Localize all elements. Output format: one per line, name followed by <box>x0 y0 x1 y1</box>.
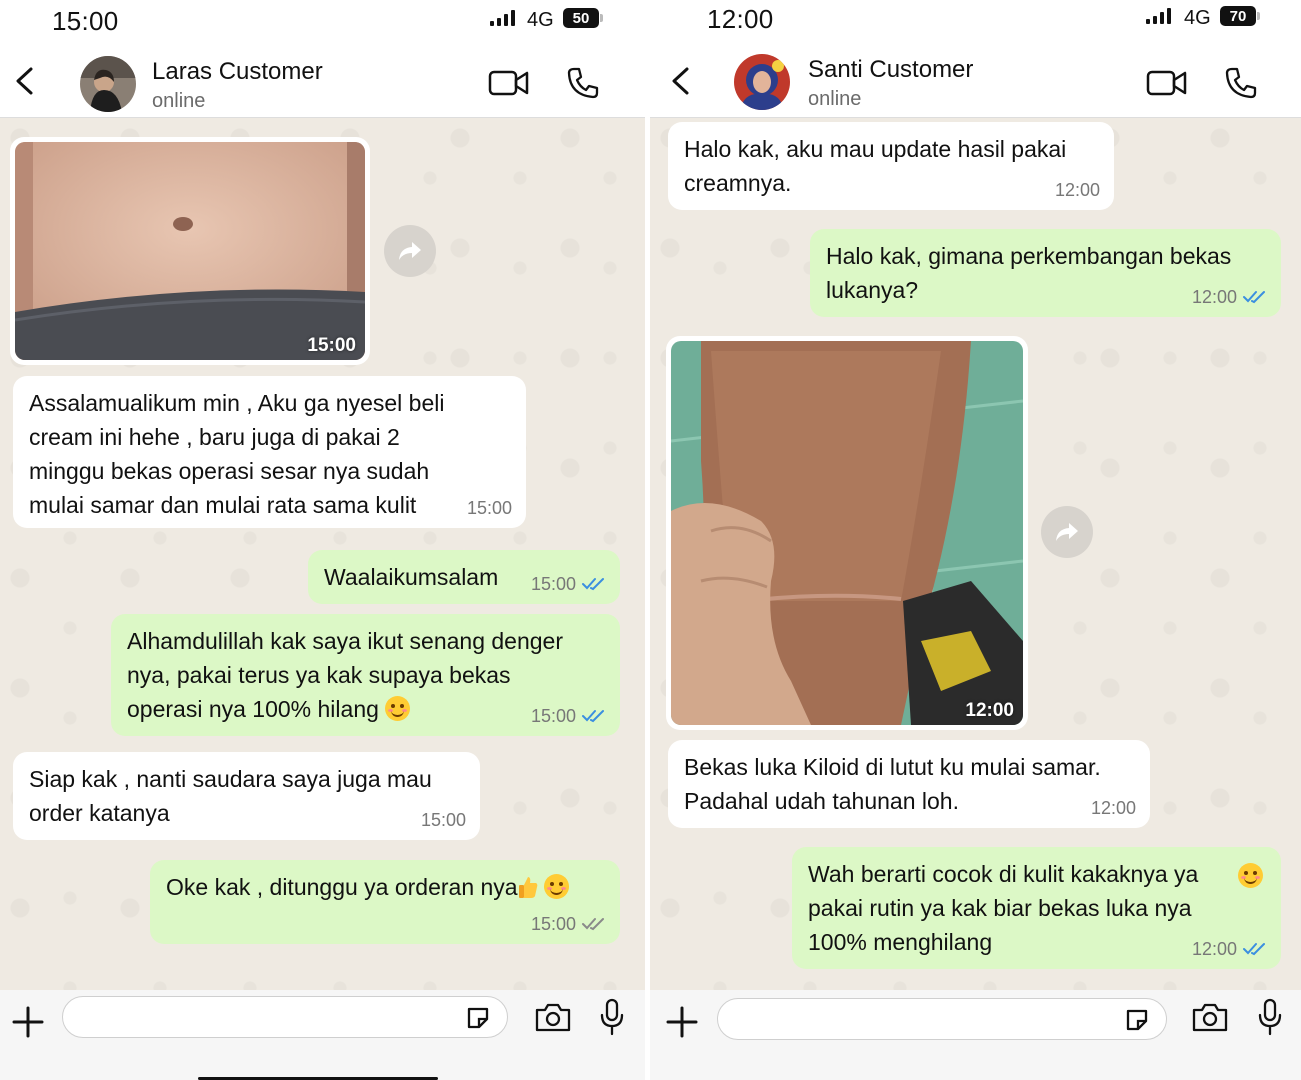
message-outgoing[interactable]: Wah berarti cocok di kulit kakaknya ya p… <box>792 847 1281 969</box>
signal-icon <box>490 10 515 26</box>
status-time: 12:00 <box>707 4 774 34</box>
contact-status: online <box>152 90 206 112</box>
smile-emoji-icon <box>1238 863 1263 888</box>
double-tick-icon <box>582 918 604 931</box>
message-time: 12:00 <box>1054 180 1100 200</box>
message-time: 15:00 <box>530 914 576 934</box>
plus-icon[interactable] <box>10 1004 46 1040</box>
message-time: 15:00 <box>307 335 356 356</box>
message-time: 15:00 <box>530 574 576 594</box>
mic-icon[interactable] <box>1257 998 1283 1036</box>
message-meta: 12:00 <box>1192 939 1267 959</box>
mic-icon[interactable] <box>599 998 625 1036</box>
back-icon[interactable] <box>668 66 694 96</box>
message-text: Siap kak , nanti saudara saya juga mau o… <box>29 766 432 826</box>
status-bar: 15:00 4G 50 <box>0 0 645 44</box>
video-call-icon[interactable] <box>488 68 530 98</box>
battery-icon: 50 <box>563 8 603 28</box>
message-text: Halo kak, aku mau update hasil pakai cre… <box>684 136 1067 196</box>
message-composer <box>650 990 1301 1080</box>
message-meta: 15:00 <box>531 574 606 594</box>
thumbs-up-emoji-icon <box>518 877 537 898</box>
message-time: 12:00 <box>1191 939 1237 959</box>
message-incoming[interactable]: Assalamualikum min , Aku ga nyesel beli … <box>13 376 526 528</box>
phone-icon[interactable] <box>566 66 600 100</box>
chat-header: Santi Customer online <box>650 44 1301 118</box>
sticker-icon[interactable] <box>465 1005 491 1031</box>
message-time: 12:00 <box>1191 287 1237 307</box>
avatar[interactable] <box>80 56 136 112</box>
network-label: 4G <box>1184 7 1211 29</box>
avatar[interactable] <box>734 54 790 110</box>
message-incoming[interactable]: Siap kak , nanti saudara saya juga mau o… <box>13 752 480 840</box>
forward-icon[interactable] <box>384 225 436 277</box>
double-tick-icon <box>1243 291 1265 304</box>
contact-name[interactable]: Santi Customer <box>808 56 973 84</box>
video-call-icon[interactable] <box>1146 68 1188 98</box>
sticker-icon[interactable] <box>1124 1007 1150 1033</box>
back-icon[interactable] <box>12 66 38 96</box>
message-meta: 15:00 <box>531 914 606 934</box>
message-outgoing[interactable]: Halo kak, gimana perkembangan bekas luka… <box>810 229 1281 317</box>
image-message[interactable]: 12:00 <box>666 336 1028 730</box>
forward-icon[interactable] <box>1041 506 1093 558</box>
chat-header: Laras Customer online <box>0 44 645 118</box>
contact-name[interactable]: Laras Customer <box>152 58 323 86</box>
smile-emoji-icon <box>385 696 411 721</box>
double-tick-icon <box>582 578 604 591</box>
photo-scar-abdomen[interactable] <box>15 142 365 360</box>
signal-icon <box>1146 8 1171 24</box>
plus-icon[interactable] <box>664 1004 700 1040</box>
contact-status: online <box>808 88 862 110</box>
message-time: 15:00 <box>466 498 512 518</box>
message-incoming[interactable]: Bekas luka Kiloid di lutut ku mulai sama… <box>668 740 1150 828</box>
message-time: 15:00 <box>530 706 576 726</box>
message-outgoing[interactable]: Oke kak , ditunggu ya orderan nya 15:00 <box>150 860 620 944</box>
phone-icon[interactable] <box>1224 66 1258 100</box>
battery-icon: 70 <box>1220 6 1260 26</box>
chat-screen-laras: 15:00 4G 50 Laras Customer online 15:00 … <box>0 0 645 1080</box>
message-input[interactable] <box>62 996 508 1038</box>
message-meta: 12:00 <box>1192 287 1267 307</box>
photo-scar-knee[interactable] <box>671 341 1023 725</box>
message-time: 12:00 <box>1090 798 1136 818</box>
chat-screen-santi: 12:00 4G 70 Santi Customer online Halo k… <box>650 0 1301 1080</box>
message-time: 15:00 <box>420 810 466 830</box>
message-text: Oke kak , ditunggu ya orderan nya <box>166 870 604 904</box>
double-tick-icon <box>582 710 604 723</box>
message-time: 12:00 <box>965 700 1014 721</box>
message-text: Assalamualikum min , Aku ga nyesel beli … <box>29 390 445 518</box>
camera-icon[interactable] <box>1191 1000 1229 1034</box>
message-outgoing[interactable]: Alhamdulillah kak saya ikut senang denge… <box>111 614 620 736</box>
message-outgoing[interactable]: Waalaikumsalam 15:00 <box>308 550 620 604</box>
message-input[interactable] <box>717 998 1167 1040</box>
camera-icon[interactable] <box>534 1000 572 1034</box>
double-tick-icon <box>1243 943 1265 956</box>
message-composer <box>0 990 645 1080</box>
message-meta: 15:00 <box>531 706 606 726</box>
smile-emoji-icon <box>544 874 569 899</box>
status-time: 15:00 <box>52 6 119 36</box>
status-bar: 12:00 4G 70 <box>650 0 1301 44</box>
message-incoming[interactable]: Halo kak, aku mau update hasil pakai cre… <box>668 122 1114 210</box>
network-label: 4G <box>527 9 554 31</box>
message-text: Bekas luka Kiloid di lutut ku mulai sama… <box>684 754 1101 814</box>
image-message[interactable]: 15:00 <box>10 137 370 365</box>
